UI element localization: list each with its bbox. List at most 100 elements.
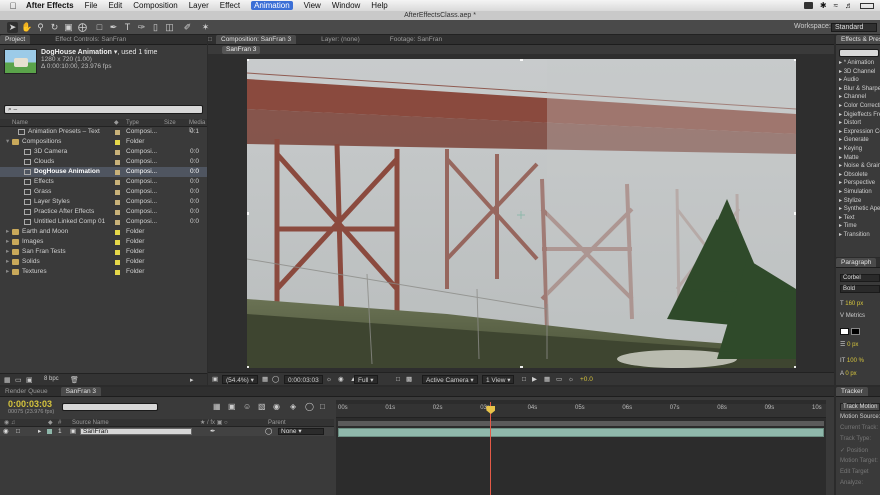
mask-visibility-icon[interactable]: ◯ <box>272 375 279 384</box>
effects-category[interactable]: ▸ Blur & Sharpen <box>836 85 880 94</box>
column-source-name[interactable]: Source Name <box>72 419 109 427</box>
project-search-input[interactable]: ⌕ – <box>4 105 203 114</box>
effects-category[interactable]: ▸ Transition <box>836 231 880 240</box>
grid-icon[interactable]: ▦ <box>262 375 268 384</box>
menu-file[interactable]: File <box>85 1 98 10</box>
label-tag-icon[interactable]: ◆ <box>114 119 119 127</box>
label-color-swatch[interactable] <box>115 210 120 215</box>
lock-icon[interactable]: □ <box>208 35 216 44</box>
menu-layer[interactable]: Layer <box>189 1 209 10</box>
label-color-swatch[interactable] <box>115 200 120 205</box>
brainstorm-icon[interactable]: ◈ <box>290 402 296 411</box>
effects-category[interactable]: ▸ Perspective <box>836 179 880 188</box>
new-folder-icon[interactable]: ▭ <box>15 376 22 384</box>
expand-toggle-icon[interactable]: ▸ <box>6 237 9 247</box>
timeline-icon[interactable]: ▦ <box>544 375 550 384</box>
parent-dropdown[interactable]: None ▾ <box>278 428 324 435</box>
expand-toggle-icon[interactable]: ▸ <box>6 257 9 267</box>
effects-category[interactable]: ▸ Audio <box>836 76 880 85</box>
tab-composition[interactable]: Composition: SanFran 3 <box>216 35 297 44</box>
volume-icon[interactable]: ♬ <box>845 1 853 10</box>
menu-view[interactable]: View <box>304 1 321 10</box>
tab-render-queue[interactable]: Render Queue <box>0 387 53 396</box>
font-size-field[interactable]: T 160 px <box>840 301 863 308</box>
menu-composition[interactable]: Composition <box>133 1 177 10</box>
toggle-pixel-icon[interactable]: □ <box>522 375 526 384</box>
comp-subtab[interactable]: SanFran 3 <box>222 46 261 54</box>
label-color-swatch[interactable] <box>115 270 120 275</box>
effects-category[interactable]: ▸ Generate <box>836 136 880 145</box>
label-color-swatch[interactable] <box>115 150 120 155</box>
status-icon[interactable] <box>803 2 813 9</box>
label-color-swatch[interactable] <box>115 180 120 185</box>
puppet-tool-icon[interactable]: ✶ <box>200 22 211 33</box>
zoom-tool-icon[interactable]: ⚲ <box>35 22 46 33</box>
scroll-right-icon[interactable]: ▸ <box>190 376 194 384</box>
effects-category[interactable]: ▸ Digieffects FreeForm <box>836 111 880 120</box>
tab-paragraph[interactable]: Paragraph <box>836 258 877 267</box>
snapshot-icon[interactable]: ☼ <box>326 375 332 384</box>
column-name[interactable]: Name <box>12 119 28 127</box>
current-time-indicator[interactable] <box>490 402 492 495</box>
wifi-icon[interactable]: ≈ <box>834 1 838 10</box>
project-list-item[interactable]: Clouds Composi... 0:0 <box>0 157 207 167</box>
label-color-swatch[interactable] <box>115 160 120 165</box>
effects-category[interactable]: ▸ Matte <box>836 154 880 163</box>
project-list-item[interactable]: Animation Presets – Text Composi... 0:1 <box>0 127 207 137</box>
timeline-current-time[interactable]: 0:00:03:03 <box>8 399 52 409</box>
effects-category[interactable]: ▸ Color Correction <box>836 102 880 111</box>
effects-category[interactable]: ▸ Distort <box>836 119 880 128</box>
exposure-value[interactable]: +0.0 <box>580 375 593 384</box>
region-of-interest-icon[interactable]: □ <box>396 375 400 384</box>
project-list-item[interactable]: ▸ Images Folder <box>0 237 207 247</box>
always-preview-icon[interactable]: ▣ <box>212 375 218 384</box>
pan-behind-tool-icon[interactable]: ⨁ <box>77 22 88 33</box>
project-list-item[interactable]: Effects Composi... 0:0 <box>0 177 207 187</box>
tab-layer[interactable]: Layer: (none) <box>316 35 365 44</box>
comp-mini-flowchart-icon[interactable]: ▦ <box>213 402 221 411</box>
work-area-bar[interactable] <box>338 421 824 426</box>
eraser-tool-icon[interactable]: ◫ <box>164 22 175 33</box>
effects-category[interactable]: ▸ Expression Controls <box>836 128 880 137</box>
type-tool-icon[interactable]: T <box>122 22 133 33</box>
brush-tool-icon[interactable]: ✑ <box>136 22 147 33</box>
project-list-item[interactable]: ▸ Earth and Moon Folder <box>0 227 207 237</box>
project-list-item[interactable]: ▾ Compositions Folder <box>0 137 207 147</box>
apple-icon[interactable]:  <box>6 1 20 11</box>
color-swatches[interactable] <box>840 328 860 335</box>
battery-icon[interactable] <box>860 2 874 9</box>
project-list-item[interactable]: 3D Camera Composi... 0:0 <box>0 147 207 157</box>
delete-icon[interactable]: 🗑 <box>70 376 79 384</box>
timeline-layer-row[interactable]: ◉ □ ▸ 1 ▣ SanFran ✒ ◯ None ▾ <box>0 427 334 436</box>
effects-category[interactable]: ▸ Synthetic Aperture <box>836 205 880 214</box>
menu-animation[interactable]: Animation <box>251 1 293 10</box>
motion-blur-icon[interactable]: ◉ <box>273 402 280 411</box>
roto-brush-tool-icon[interactable]: ✐ <box>182 22 193 33</box>
label-color-swatch[interactable] <box>115 190 120 195</box>
effects-category[interactable]: ▸ Time <box>836 222 880 231</box>
expand-toggle-icon[interactable]: ▸ <box>6 227 9 237</box>
project-list-item[interactable]: Grass Composi... 0:0 <box>0 187 207 197</box>
interpret-footage-icon[interactable]: ▦ <box>4 376 11 384</box>
stroke-width-field[interactable]: ☰ 0 px <box>840 342 858 349</box>
menu-app-name[interactable]: After Effects <box>26 1 74 10</box>
label-color-swatch[interactable] <box>115 260 120 265</box>
camera-view-dropdown[interactable]: Active Camera ▾ <box>422 375 478 384</box>
baseline-shift-field[interactable]: A 0 px <box>840 371 857 378</box>
graph-editor-icon[interactable]: ◯ <box>305 402 314 411</box>
fill-color-swatch[interactable] <box>840 328 849 335</box>
selection-tool-icon[interactable]: ➤ <box>7 22 18 33</box>
tab-effects-presets[interactable]: Effects & Presets <box>836 35 880 44</box>
effects-category[interactable]: ▸ Noise & Grain <box>836 162 880 171</box>
expand-toggle-icon[interactable]: ▸ <box>6 267 9 277</box>
rotate-tool-icon[interactable]: ↻ <box>49 22 60 33</box>
menu-help[interactable]: Help <box>371 1 387 10</box>
menu-effect[interactable]: Effect <box>220 1 240 10</box>
effects-category[interactable]: ▸ Obsolete <box>836 171 880 180</box>
label-color-swatch[interactable] <box>115 130 120 135</box>
effects-category[interactable]: ▸ Keying <box>836 145 880 154</box>
effects-category[interactable]: ▸ Text <box>836 214 880 223</box>
composition-viewer[interactable] <box>208 54 834 372</box>
vertical-scale-field[interactable]: IT 100 % <box>840 358 864 365</box>
parent-pickwhip-icon[interactable]: ◯ <box>265 427 272 436</box>
